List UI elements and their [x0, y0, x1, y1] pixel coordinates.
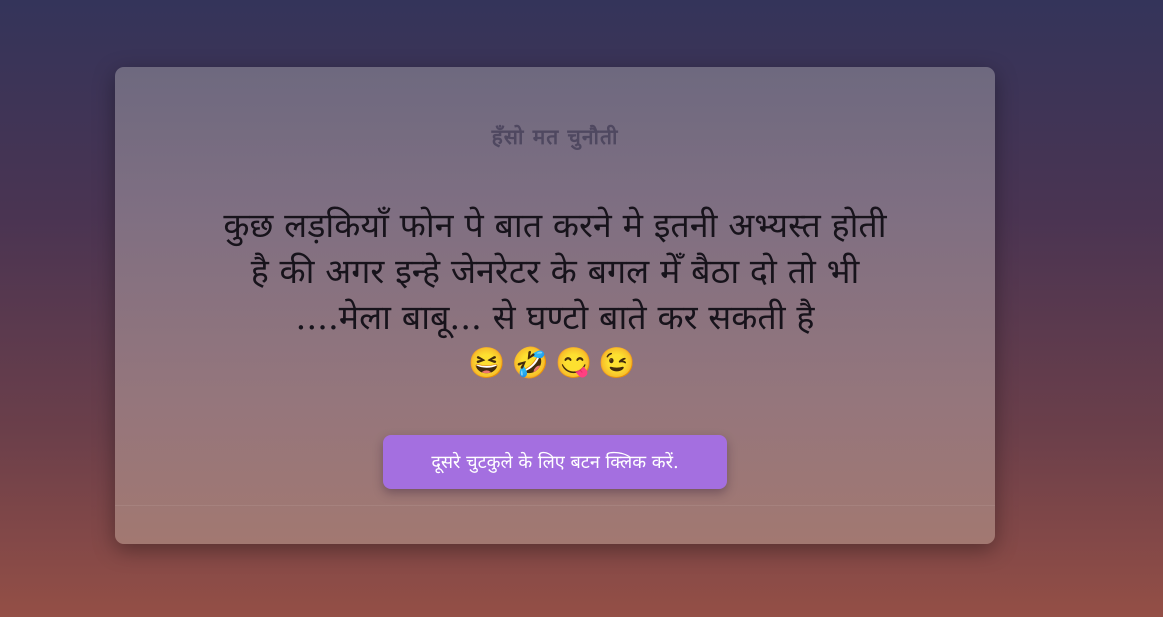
joke-text-block: कुछ लड़कियाँ फोन पे बात करने मे इतनी अभ्… — [215, 203, 895, 387]
next-joke-button[interactable]: दूसरे चुटकुले के लिए बटन क्लिक करें. — [383, 435, 727, 489]
card-divider — [115, 505, 995, 506]
joke-text: कुछ लड़कियाँ फोन पे बात करने मे इतनी अभ्… — [223, 206, 887, 338]
card-title: हँसो मत चुनौती — [491, 125, 619, 149]
joke-card: हँसो मत चुनौती कुछ लड़कियाँ फोन पे बात क… — [115, 67, 995, 544]
joke-emojis: 😆🤣😋😉 — [468, 346, 642, 381]
